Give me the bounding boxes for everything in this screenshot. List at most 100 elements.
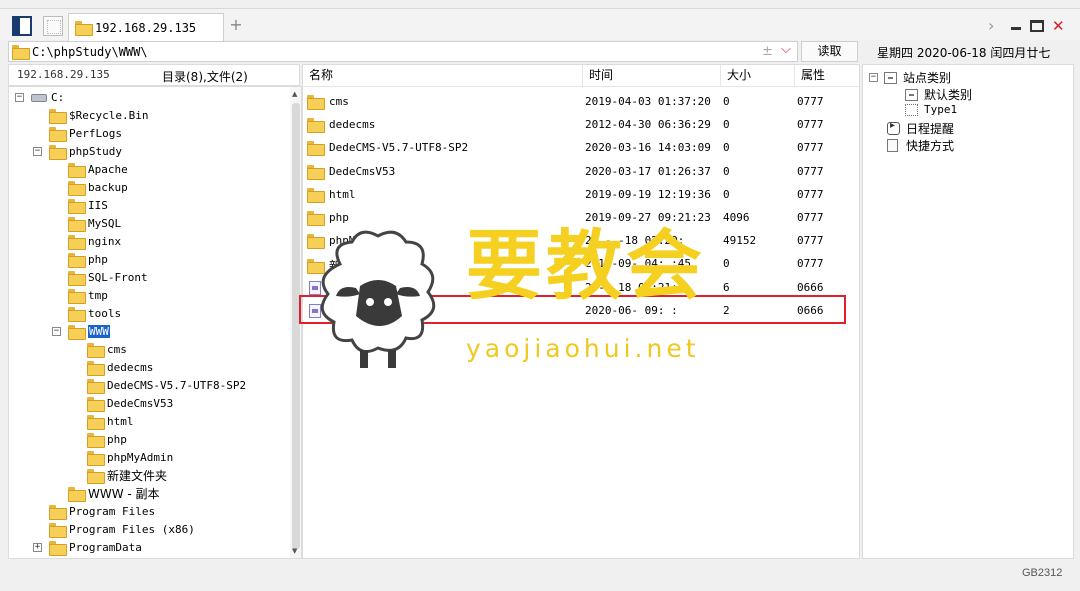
tree-toggle[interactable]: + [33,543,42,552]
tree-item-label: C: [51,91,65,104]
tree-item[interactable]: DedeCMS-V5.7-UTF8-SP2 [87,377,246,394]
category-type1[interactable]: Type1 [905,103,957,116]
tree-item[interactable]: MySQL [68,215,121,232]
folder-icon [49,127,67,142]
site-category-root[interactable]: − 站点类别 [869,69,951,86]
file-attr: 0777 [797,211,824,224]
read-button[interactable]: 读取 [801,41,858,62]
tree-item[interactable]: cms [87,341,127,358]
schedule-reminder[interactable]: 日程提醒 [887,120,954,137]
collapse-toggle[interactable]: − [869,73,878,82]
tree-item[interactable]: Program Files (x86) [49,521,195,538]
file-name-cell: dedecms [307,118,375,134]
folder-icon [68,199,86,214]
tree-item[interactable]: IIS [68,197,108,214]
file-row[interactable]: cms 2019-04-03 01:37:20 0 0777 [303,91,859,114]
folder-icon [68,253,86,268]
file-size: 49152 [723,234,757,248]
tree-item[interactable]: php [87,431,127,448]
tree-item[interactable]: WWW - 副本 [68,485,160,502]
category-type1-label: Type1 [924,103,958,116]
tree-item[interactable]: PerfLogs [49,125,122,142]
add-tab-button[interactable]: + [229,15,243,34]
scroll-up-icon[interactable]: ▲ [292,90,297,98]
file-row[interactable]: html 2019-09-19 12:19:36 0 0777 [303,184,859,207]
chevron-down-icon[interactable]: ⌵ [781,42,791,57]
file-row[interactable]: DedeCmsV53 2020-03-17 01:26:37 0 0777 [303,161,859,184]
file-name: php [329,211,349,224]
tree-item[interactable]: phpMyAdmin [87,449,173,466]
tree-toggle[interactable]: − [33,147,42,156]
tree-item[interactable]: dedecms [87,359,153,376]
category-default[interactable]: 默认类别 [905,86,972,103]
tree-item[interactable]: ProgramData [49,539,142,556]
folder-icon [87,415,105,430]
category-icon [905,88,918,101]
file-row[interactable]: 新建文件夹 2019-09- 04: :45 0 0777 [303,253,859,276]
tree-toggle[interactable]: − [15,93,24,102]
panel-toggle-icon[interactable] [12,16,32,36]
maximize-button[interactable] [1030,20,1044,32]
folder-icon [307,187,325,203]
folder-icon [68,487,86,502]
tree-item[interactable]: html [87,413,134,430]
column-header-name[interactable]: 名称 [303,65,583,87]
file-row[interactable]: phpMyAdmin 20 - -18 02:20: 49152 0777 [303,230,859,253]
path-text: C:\phpStudy\WWW\ [32,44,148,59]
path-input[interactable]: C:\phpStudy\WWW\ [8,41,798,62]
tree-item[interactable]: WWW [68,323,110,340]
minimize-button[interactable] [1011,18,1023,34]
file-size: 0 [723,118,730,132]
tree-item[interactable]: phpStudy [49,143,122,160]
file-row[interactable]: dedecms 2012-04-30 06:36:29 0 0777 [303,114,859,137]
column-header-attr[interactable]: 属性 [795,65,859,87]
tab-server[interactable]: 192.168.29.135 [68,13,224,41]
schedule-reminder-label: 日程提醒 [906,122,955,136]
bookmark-toggle-icon[interactable]: ± [762,44,773,59]
column-header-time[interactable]: 时间 [583,65,721,87]
shortcuts[interactable]: 快捷方式 [887,137,954,154]
scrollbar-thumb[interactable] [292,103,300,549]
folder-icon [68,325,86,340]
file-name: inde [325,281,352,295]
folder-icon [68,289,86,304]
tree-item-label: Apache [88,163,128,176]
column-header-size[interactable]: 大小 [721,65,795,87]
tree-item[interactable]: nginx [68,233,121,250]
tree-item[interactable]: Apache [68,161,128,178]
blank-page-icon[interactable] [43,16,63,36]
tree-item[interactable]: DedeCmsV53 [87,395,173,412]
tree-item[interactable]: tools [68,305,121,322]
file-name-cell: cms [307,95,349,110]
tree-item[interactable]: 新建文件夹 [87,467,167,484]
tree-item[interactable]: tmp [68,287,108,304]
folder-icon [68,307,86,322]
scroll-down-icon[interactable]: ▼ [292,547,297,555]
folder-icon [49,541,67,556]
tab-label: 192.168.29.135 [95,20,197,35]
tree-item-label: cms [107,343,127,356]
tree-item[interactable]: backup [68,179,128,196]
tree-item[interactable]: SQL-Front [68,269,148,286]
tree-toggle[interactable]: − [52,327,61,336]
tree-item-label: nginx [88,235,122,248]
file-attr: 0777 [797,234,824,248]
close-button[interactable]: ✕ [1052,18,1065,34]
tree-header: 192.168.29.135 目录(8),文件(2) [8,64,300,86]
tree-item-label: MySQL [88,217,122,230]
file-row[interactable]: DedeCMS-V5.7-UTF8-SP2 2020-03-16 14:03:09… [303,137,859,160]
file-row[interactable]: php 2019-09-27 09:21:23 4096 0777 [303,207,859,230]
file-attr: 0666 [797,280,824,294]
tree-item-label: tmp [88,289,108,302]
tree-item[interactable]: php [68,251,108,268]
category-icon [905,103,918,116]
tree-item[interactable]: $Recycle.Bin [49,107,148,124]
encoding-indicator[interactable]: GB2312 [1022,567,1062,579]
tree-item[interactable]: Program Files [49,503,155,520]
file-attr: 0777 [797,187,824,201]
file-size: 0 [723,141,730,155]
chevron-right-icon[interactable]: › [988,18,994,34]
file-size: 4096 [723,211,750,224]
tree-item-label: tools [88,307,122,320]
tree-item[interactable]: C: [31,89,64,106]
